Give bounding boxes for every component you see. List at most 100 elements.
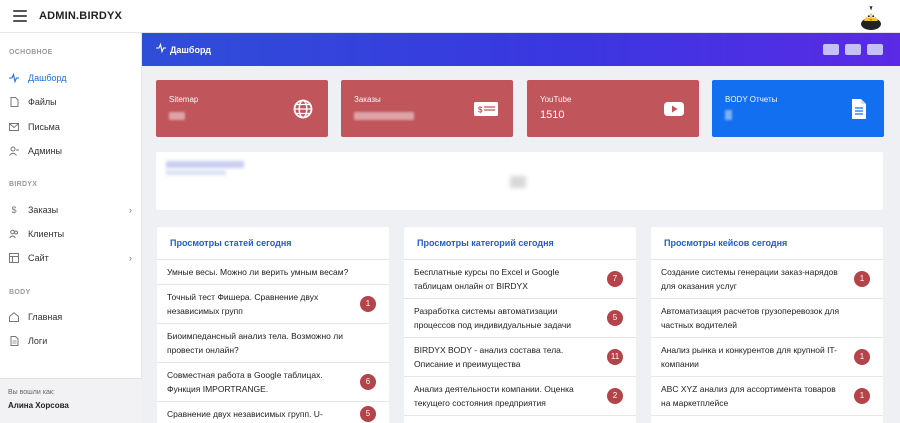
list-item[interactable]: Создание системы генерации заказ-нарядов… [651, 260, 883, 299]
top-bar: ADMIN.BIRDYX [0, 0, 900, 33]
count-badge: 7 [607, 271, 623, 287]
document-icon [9, 336, 19, 346]
sidebar-item-label: Письма [28, 122, 60, 132]
panel-title: Просмотры категорий сегодня [404, 227, 636, 260]
list-item-text: Умные весы. Можно ли верить умным весам? [167, 267, 349, 277]
blurred-value [354, 112, 414, 120]
panel-cases: Просмотры кейсов сегодня Создание систем… [651, 227, 883, 423]
mail-icon [9, 122, 19, 132]
sidebar-item-site[interactable]: Сайт › [0, 248, 142, 268]
sidebar-item-logs[interactable]: Логи [0, 331, 142, 351]
globe-icon [293, 99, 313, 119]
sidebar-item-dashboard[interactable]: Дашборд [0, 68, 142, 88]
page-title: Дашборд [170, 44, 211, 55]
blurred-value [169, 112, 185, 120]
sidebar-item-clients[interactable]: Клиенты [0, 224, 142, 244]
brand-title[interactable]: ADMIN.BIRDYX [39, 10, 122, 22]
count-badge: 5 [607, 310, 623, 326]
header-action-button[interactable] [845, 44, 861, 55]
list-item-text: BIRDYX BODY - анализ состава тела. Описа… [414, 345, 564, 369]
card-label: Заказы [354, 95, 381, 104]
blurred-content [166, 161, 244, 168]
section-title-birdyx: BIRDYX [9, 181, 38, 188]
header-action-button[interactable] [823, 44, 839, 55]
layout-icon [9, 253, 19, 263]
list-item[interactable]: Анализ деятельности компании. Оценка тек… [404, 377, 636, 416]
list-item[interactable]: Разработка системы автоматизации процесс… [404, 299, 636, 338]
activity-icon [156, 42, 166, 56]
panel-title: Просмотры статей сегодня [157, 227, 389, 260]
card-sitemap[interactable]: Sitemap [156, 80, 328, 137]
list-item-text: Анализ рынка и конкурентов для крупной I… [661, 345, 837, 369]
list-item-text: Сравнение двух независимых групп. U- [167, 409, 323, 419]
sidebar-item-label: Заказы [28, 205, 59, 215]
count-badge: 1 [360, 296, 376, 312]
sidebar-item-mail[interactable]: Письма [0, 117, 142, 137]
sidebar-item-label: Сайт [28, 253, 49, 263]
sidebar-item-orders[interactable]: $ Заказы › [0, 200, 142, 220]
blurred-content [166, 170, 226, 175]
report-icon [852, 99, 866, 119]
count-badge: 1 [854, 388, 870, 404]
list-item[interactable]: Биоимпедансный анализ тела. Возможно ли … [157, 324, 389, 363]
blurred-value [725, 110, 732, 120]
list-item-text: Биоимпедансный анализ тела. Возможно ли … [167, 331, 343, 355]
list-item[interactable]: Совместная работа в Google таблицах. Фун… [157, 363, 389, 402]
list-item-text: Разработка системы автоматизации процесс… [414, 306, 572, 330]
sidebar-item-label: Логи [28, 336, 48, 346]
home-icon [9, 312, 19, 322]
header-action-button[interactable] [867, 44, 883, 55]
dollar-icon: $ [11, 205, 17, 215]
list-item[interactable]: Точный тест Фишера. Сравнение двух незав… [157, 285, 389, 324]
section-title-body: BODY [9, 289, 31, 296]
activity-icon [9, 73, 19, 83]
list-item-text: ABC XYZ анализ для ассортимента товаров … [661, 384, 836, 408]
avatar[interactable] [859, 4, 883, 30]
count-badge: 11 [607, 349, 623, 365]
card-label: BODY Отчеты [725, 95, 778, 104]
list-item[interactable]: Умные весы. Можно ли верить умным весам? [157, 260, 389, 285]
sidebar-item-label: Файлы [28, 97, 57, 107]
user-name: Алина Хорсова [8, 401, 69, 410]
count-badge: 6 [360, 374, 376, 390]
file-icon [9, 97, 19, 107]
sidebar-item-label: Главная [28, 312, 63, 322]
money-icon: $ [474, 102, 498, 116]
card-youtube[interactable]: YouTube 1510 [527, 80, 699, 137]
list-item[interactable]: Анализ рынка и конкурентов для крупной I… [651, 338, 883, 377]
list-item[interactable]: BIRDYX BODY - анализ состава тела. Описа… [404, 338, 636, 377]
menu-icon[interactable] [13, 10, 27, 22]
sidebar-item-home[interactable]: Главная [0, 307, 142, 327]
sidebar-item-label: Админы [28, 146, 62, 156]
count-badge: 1 [854, 349, 870, 365]
panel-articles: Просмотры статей сегодня Умные весы. Мож… [157, 227, 389, 423]
sidebar-item-label: Дашборд [28, 73, 67, 83]
sidebar-item-files[interactable]: Файлы [0, 92, 142, 112]
card-label: Sitemap [169, 95, 199, 104]
panel-title: Просмотры кейсов сегодня [651, 227, 883, 260]
list-item[interactable]: Бесплатные курсы по Excel и Google табли… [404, 260, 636, 299]
list-item-text: Совместная работа в Google таблицах. Фун… [167, 370, 323, 394]
logged-in-label: Вы вошли как: [8, 389, 55, 396]
card-orders[interactable]: Заказы $ [341, 80, 513, 137]
current-user: Вы вошли как: Алина Хорсова [0, 378, 142, 423]
section-title-main: ОСНОВНОЕ [9, 49, 53, 56]
count-badge: 5 [360, 406, 376, 422]
list-item-text: Точный тест Фишера. Сравнение двух незав… [167, 292, 319, 316]
youtube-icon [664, 102, 684, 116]
users-icon [9, 229, 19, 239]
chevron-right-icon: › [129, 205, 132, 215]
sidebar-item-admins[interactable]: Админы [0, 141, 142, 161]
sidebar-item-label: Клиенты [28, 229, 65, 239]
list-item-text: Автоматизация расчетов грузоперевозок дл… [661, 306, 840, 330]
svg-text:$: $ [478, 106, 483, 115]
list-item[interactable]: ABC XYZ анализ для ассортимента товаров … [651, 377, 883, 416]
panel-categories: Просмотры категорий сегодня Бесплатные к… [404, 227, 636, 423]
list-item-text: Создание системы генерации заказ-нарядов… [661, 267, 838, 291]
card-body-reports[interactable]: BODY Отчеты [712, 80, 884, 137]
count-badge: 2 [607, 388, 623, 404]
list-item[interactable]: Сравнение двух независимых групп. U- 5 [157, 402, 389, 423]
card-value: 1510 [540, 109, 565, 121]
list-item[interactable]: Автоматизация расчетов грузоперевозок дл… [651, 299, 883, 338]
chevron-right-icon: › [129, 253, 132, 263]
